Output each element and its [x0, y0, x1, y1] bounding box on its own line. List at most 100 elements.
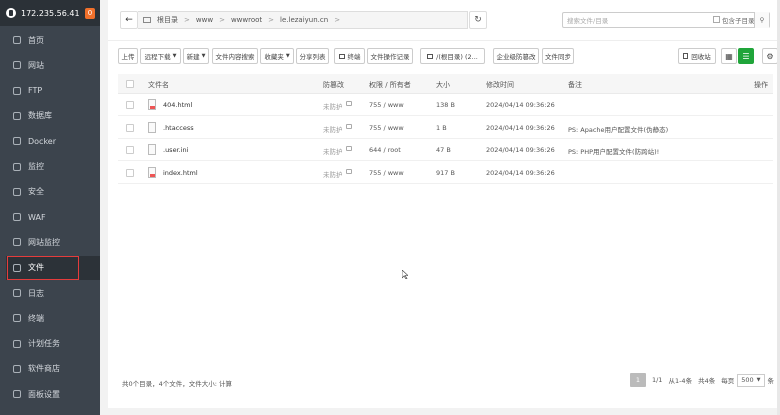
settings-button[interactable]: ⚙	[762, 48, 778, 64]
breadcrumb[interactable]: 根目录 > www > wwwroot > le.lezaiyun.cn >	[138, 11, 468, 29]
sidebar-item-store[interactable]: 软件商店	[6, 357, 100, 381]
file-sync-button[interactable]: 文件同步	[542, 48, 574, 64]
back-button[interactable]: ←	[120, 11, 138, 29]
share-list-button[interactable]: 分享列表	[296, 48, 329, 64]
shield-icon	[13, 187, 21, 196]
breadcrumb-separator: >	[184, 16, 190, 24]
tamper-proof-button[interactable]: 企业级防篡改	[493, 48, 539, 64]
notification-badge[interactable]: 0	[85, 7, 95, 19]
file-note[interactable]: PS: Apache用户配置文件(伪静态)	[568, 124, 668, 134]
lock-icon[interactable]	[346, 123, 352, 129]
lock-icon[interactable]	[346, 146, 352, 151]
file-name[interactable]: 404.html	[163, 101, 192, 109]
row-checkbox[interactable]	[126, 146, 134, 154]
file-icon	[148, 99, 156, 110]
file-permission[interactable]: 755 / www	[369, 124, 404, 132]
select-all-checkbox[interactable]	[126, 80, 134, 88]
docker-icon	[13, 137, 21, 146]
page-current[interactable]: 1	[629, 373, 646, 387]
sidebar-item-log[interactable]: 日志	[6, 281, 100, 305]
sidebar-item-clock[interactable]: 计划任务	[6, 332, 100, 356]
table-row[interactable]: .htaccess 未防护 755 / www 1 B 2024/04/14 09:36…	[118, 117, 773, 139]
sidebar-item-docker[interactable]: Docker	[6, 129, 100, 153]
col-mtime[interactable]: 修改时间	[486, 80, 514, 90]
remote-download-button[interactable]: 远程下载 ▼	[140, 48, 181, 64]
include-subdir-checkbox[interactable]	[713, 16, 720, 23]
favorites-button[interactable]: 收藏夹 ▼	[260, 48, 294, 64]
path-bar: ← 根目录 > www > wwwroot > le.lezaiyun.cn >…	[108, 0, 780, 40]
sidebar-item-shield[interactable]: 安全	[6, 180, 100, 204]
file-permission[interactable]: 755 / www	[369, 169, 404, 177]
search-input[interactable]: 搜索文件/目录 包含子目录 ⚲	[562, 12, 770, 28]
upload-button[interactable]: 上传	[118, 48, 138, 64]
sidebar-item-label: 数据库	[28, 111, 52, 121]
sidebar-item-globe[interactable]: 网站	[6, 53, 100, 77]
sidebar-item-label: 网站	[28, 60, 44, 70]
chart-icon	[13, 238, 21, 247]
sidebar-item-chart[interactable]: 网站监控	[6, 230, 100, 254]
terminal-button[interactable]: 终端	[334, 48, 365, 64]
per-page-select[interactable]: 500 ▼	[737, 373, 765, 387]
sidebar-item-folder[interactable]: 文件	[6, 255, 100, 280]
sidebar-item-database[interactable]: 数据库	[6, 104, 100, 128]
lock-icon[interactable]	[346, 168, 352, 174]
sidebar-item-ftp[interactable]: FTP	[6, 79, 100, 103]
file-size: 47 B	[436, 146, 451, 154]
item-total: 共4条	[698, 377, 716, 385]
sidebar-item-settings[interactable]: 面板设置	[6, 382, 100, 406]
search-placeholder: 搜索文件/目录	[567, 17, 609, 25]
file-name[interactable]: .user.ini	[163, 146, 188, 154]
home-icon	[13, 36, 21, 44]
table-row[interactable]: .user.ini 未防护 644 / root 47 B 2024/04/14 09:…	[118, 139, 773, 161]
sidebar-item-label: 首页	[28, 35, 44, 45]
col-size[interactable]: 大小	[436, 80, 450, 90]
col-filename[interactable]: 文件名	[148, 80, 169, 90]
row-checkbox[interactable]	[126, 123, 134, 132]
lock-icon[interactable]	[346, 101, 352, 106]
sidebar-item-monitor[interactable]: 监控	[6, 155, 100, 179]
recycle-bin-button[interactable]: 回收站	[678, 48, 716, 64]
table-header: 文件名 防篡改 权限 / 所有者 大小 修改时间 备注 操作	[118, 74, 773, 94]
breadcrumb-separator: >	[334, 16, 341, 24]
grid-view-button[interactable]: ▦	[721, 48, 737, 64]
breadcrumb-site[interactable]: le.lezaiyun.cn	[280, 16, 328, 24]
sidebar-item-label: FTP	[28, 86, 43, 96]
search-icon[interactable]: ⚲	[754, 12, 769, 28]
chevron-down-icon: ▼	[756, 377, 761, 383]
file-permission[interactable]: 755 / www	[369, 101, 404, 109]
file-mtime: 2024/04/14 09:36:26	[486, 146, 555, 154]
file-name[interactable]: .htaccess	[163, 124, 194, 132]
list-view-button[interactable]: ☰	[738, 48, 754, 64]
server-ip: 172.235.56.41	[21, 8, 80, 18]
new-button[interactable]: 新建 ▼	[183, 48, 209, 64]
row-checkbox[interactable]	[126, 168, 134, 177]
sidebar-item-home[interactable]: 首页	[6, 28, 100, 52]
breadcrumb-wwwroot[interactable]: wwwroot	[231, 16, 262, 24]
content-search-button[interactable]: 文件内容搜索	[212, 48, 258, 64]
file-note[interactable]: PS: PHP用户配置文件(防跨站)!	[568, 146, 659, 156]
row-checkbox[interactable]	[126, 101, 134, 109]
include-subdir-label: 包含子目录	[722, 17, 755, 25]
sidebar-item-terminal[interactable]: 终端	[6, 306, 100, 330]
file-permission[interactable]: 644 / root	[369, 146, 401, 154]
mouse-cursor-icon	[402, 270, 408, 279]
settings-icon	[13, 390, 21, 399]
file-icon	[148, 166, 156, 178]
file-size: 917 B	[436, 168, 455, 177]
sidebar-item-waf[interactable]: WAF	[6, 205, 100, 229]
sidebar-item-label: WAF	[28, 212, 46, 222]
table-row[interactable]: 404.html 未防护 755 / www 138 B 2024/04/14 09:3…	[118, 94, 773, 116]
file-ops-log-button[interactable]: 文件操作记录	[367, 48, 413, 64]
sidebar-item-label: 监控	[28, 162, 44, 171]
pagination: 1 1/1 从1-4条 共4条 每页 500 ▼ 条	[629, 373, 775, 387]
disk-button[interactable]: /(根目录) (2...	[420, 48, 485, 64]
file-name[interactable]: index.html	[163, 169, 198, 177]
col-permission[interactable]: 权限 / 所有者	[369, 80, 411, 90]
breadcrumb-root[interactable]: 根目录	[157, 15, 178, 25]
table-row[interactable]: index.html 未防护 755 / www 917 B 2024/04/14 09…	[118, 162, 773, 184]
ftp-icon	[13, 86, 21, 95]
chevron-down-icon: ▼	[201, 53, 206, 59]
refresh-button[interactable]: ↻	[469, 11, 487, 29]
per-page-unit: 条	[767, 377, 775, 385]
breadcrumb-www[interactable]: www	[196, 16, 213, 24]
